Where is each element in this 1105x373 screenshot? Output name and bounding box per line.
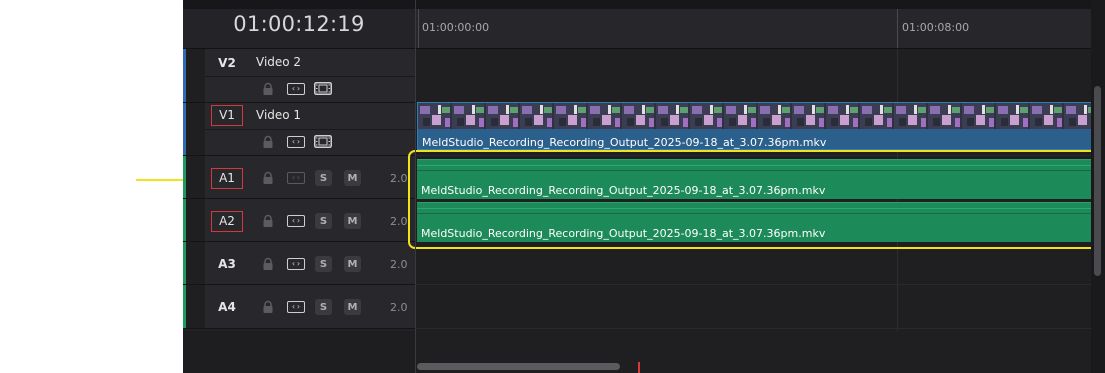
selection-highlight xyxy=(408,150,1100,249)
track-volume: 2.0 xyxy=(390,172,408,185)
track-id-a4[interactable]: A4 xyxy=(211,297,243,317)
auto-track-icon[interactable]: ‹› xyxy=(287,83,305,95)
solo-button[interactable]: S xyxy=(315,170,332,186)
track-header-a2[interactable]: A2 ‹› S M 2.0 xyxy=(183,199,415,242)
timeline-ruler[interactable]: 01:00:00:00 01:00:08:00 xyxy=(416,0,1091,49)
lock-icon[interactable] xyxy=(261,257,275,271)
track-id-a1[interactable]: A1 xyxy=(211,168,243,189)
track-header-a1[interactable]: A1 ‹› S M 2.0 xyxy=(183,156,415,199)
track-id-v2[interactable]: V2 xyxy=(211,53,243,73)
timeline-footer xyxy=(416,331,1091,373)
track-name-v2[interactable]: Video 2 xyxy=(256,55,301,69)
track-header-a3[interactable]: A3 ‹› S M 2.0 xyxy=(183,242,415,285)
track-volume: 2.0 xyxy=(390,215,408,228)
solo-button[interactable]: S xyxy=(315,299,332,315)
track-header-a4[interactable]: A4 ‹› S M 2.0 xyxy=(183,285,415,329)
track-volume: 2.0 xyxy=(390,258,408,271)
film-strip-icon[interactable] xyxy=(314,135,332,148)
film-strip-icon[interactable] xyxy=(314,82,332,95)
lock-icon[interactable] xyxy=(261,135,275,149)
video-thumbnails xyxy=(418,103,1091,129)
mute-button[interactable]: M xyxy=(344,170,361,186)
track-id-a3[interactable]: A3 xyxy=(211,254,243,274)
ruler-label-start: 01:00:00:00 xyxy=(422,21,490,34)
track-id-v1[interactable]: V1 xyxy=(211,105,243,126)
track-header-v2[interactable]: V2 Video 2 ‹› xyxy=(183,49,415,103)
mute-button[interactable]: M xyxy=(344,256,361,272)
track-volume: 2.0 xyxy=(390,301,408,314)
video-clip-v1[interactable]: MeldStudio_Recording_Recording_Output_20… xyxy=(417,102,1092,150)
auto-track-icon[interactable]: ‹› xyxy=(287,301,305,313)
lock-icon[interactable] xyxy=(261,300,275,314)
mute-button[interactable]: M xyxy=(344,299,361,315)
auto-track-icon[interactable]: ‹› xyxy=(287,215,305,227)
track-headers: V2 Video 2 ‹› V1 Video 1 ‹› A1 ‹› S M 2.… xyxy=(183,49,415,331)
horizontal-scrollbar[interactable] xyxy=(417,363,620,370)
auto-track-icon[interactable]: ‹› xyxy=(287,136,305,148)
lock-icon[interactable] xyxy=(261,82,275,96)
timecode-display[interactable]: 01:00:12:19 xyxy=(183,12,415,36)
solo-button[interactable]: S xyxy=(315,213,332,229)
ruler-label-8s: 01:00:08:00 xyxy=(902,21,970,34)
track-id-a2[interactable]: A2 xyxy=(211,211,243,232)
solo-button[interactable]: S xyxy=(315,256,332,272)
track-header-v1[interactable]: V1 Video 1 ‹› xyxy=(183,103,415,156)
timecode-panel: 01:00:12:19 xyxy=(183,0,415,49)
video-clip-label: MeldStudio_Recording_Recording_Output_20… xyxy=(422,136,827,149)
playhead-marker[interactable] xyxy=(638,362,640,373)
auto-track-icon[interactable]: ‹› xyxy=(287,258,305,270)
mute-button[interactable]: M xyxy=(344,213,361,229)
lock-icon[interactable] xyxy=(261,171,275,185)
track-name-v1[interactable]: Video 1 xyxy=(256,108,301,122)
timeline-editor: 01:00:12:19 01:00:00:00 01:00:08:00 V2 V… xyxy=(183,0,1105,373)
vertical-scroll-thumb[interactable] xyxy=(1094,86,1101,276)
lock-icon[interactable] xyxy=(261,214,275,228)
vertical-scrollbar[interactable] xyxy=(1091,0,1105,373)
auto-track-icon[interactable]: ‹› xyxy=(287,172,305,184)
